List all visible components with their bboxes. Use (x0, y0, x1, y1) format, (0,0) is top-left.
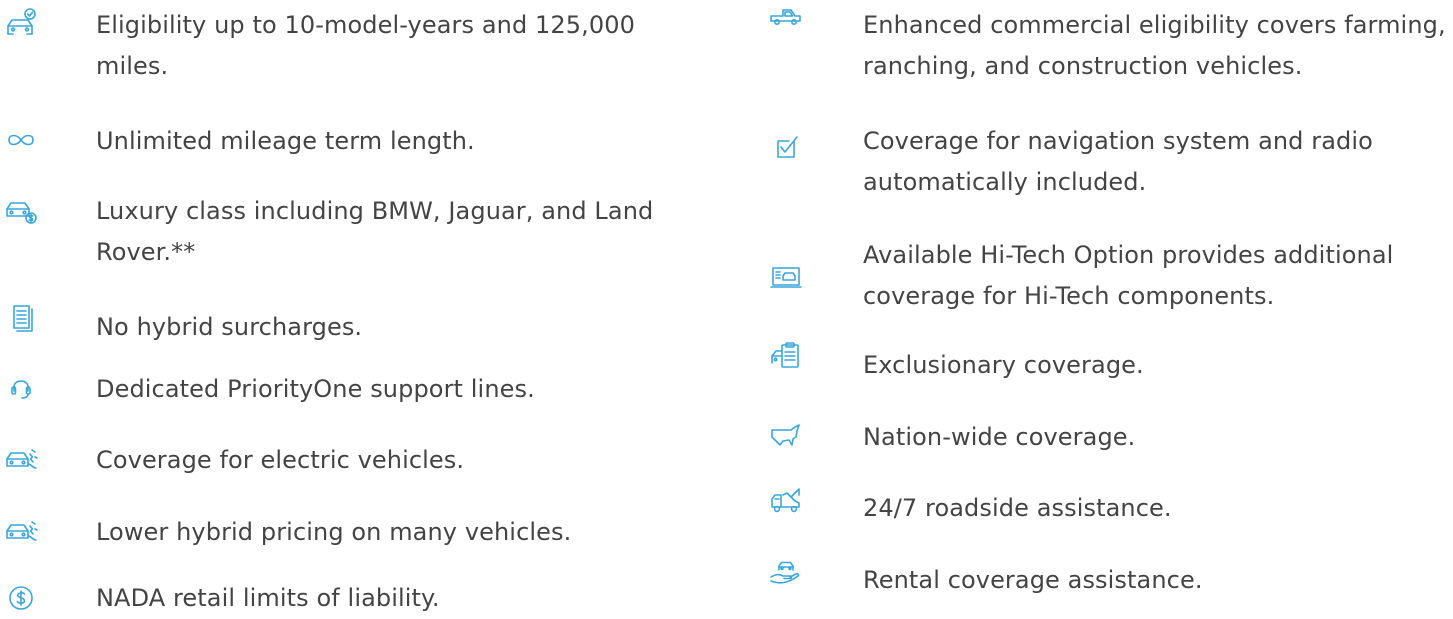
car-clipboard-icon (765, 341, 807, 371)
feature-text: Lower hybrid pricing on many vehicles. (96, 518, 572, 546)
pickup-truck-icon (765, 3, 807, 33)
feature-text: Available Hi-Tech Option provides additi… (863, 241, 1394, 310)
feature-text: NADA retail limits of liability. (96, 584, 440, 612)
usa-map-icon (765, 421, 807, 451)
feature-text: Exclusionary coverage. (863, 351, 1144, 379)
feature-text: Rental coverage assistance. (863, 566, 1203, 594)
feature-text: Enhanced commercial eligibility covers f… (863, 11, 1446, 80)
feature-text: Nation-wide coverage. (863, 423, 1136, 451)
infinity-icon (0, 125, 42, 155)
car-screen-icon (765, 261, 807, 291)
hand-car-icon (765, 557, 807, 587)
checkbox-icon (765, 131, 807, 161)
feature-text: Coverage for navigation system and radio… (863, 127, 1373, 196)
electric-car-icon (0, 516, 42, 546)
dollar-circle-icon (0, 582, 42, 612)
headset-icon (0, 373, 42, 403)
tow-truck-icon (765, 485, 807, 515)
feature-text: Luxury class including BMW, Jaguar, and … (96, 197, 654, 266)
feature-text: Coverage for electric vehicles. (96, 446, 465, 474)
features-page: Eligibility up to 10-model-years and 125… (0, 0, 1453, 619)
feature-text: Unlimited mileage term length. (96, 127, 475, 155)
documents-icon (0, 304, 42, 334)
electric-car-icon (0, 444, 42, 474)
feature-text: 24/7 roadside assistance. (863, 494, 1172, 522)
feature-text: Dedicated PriorityOne support lines. (96, 375, 535, 403)
feature-text: No hybrid surcharges. (96, 313, 363, 341)
car-check-icon (0, 8, 42, 38)
feature-text: Eligibility up to 10-model-years and 125… (96, 11, 635, 80)
car-dollar-icon (0, 194, 42, 224)
